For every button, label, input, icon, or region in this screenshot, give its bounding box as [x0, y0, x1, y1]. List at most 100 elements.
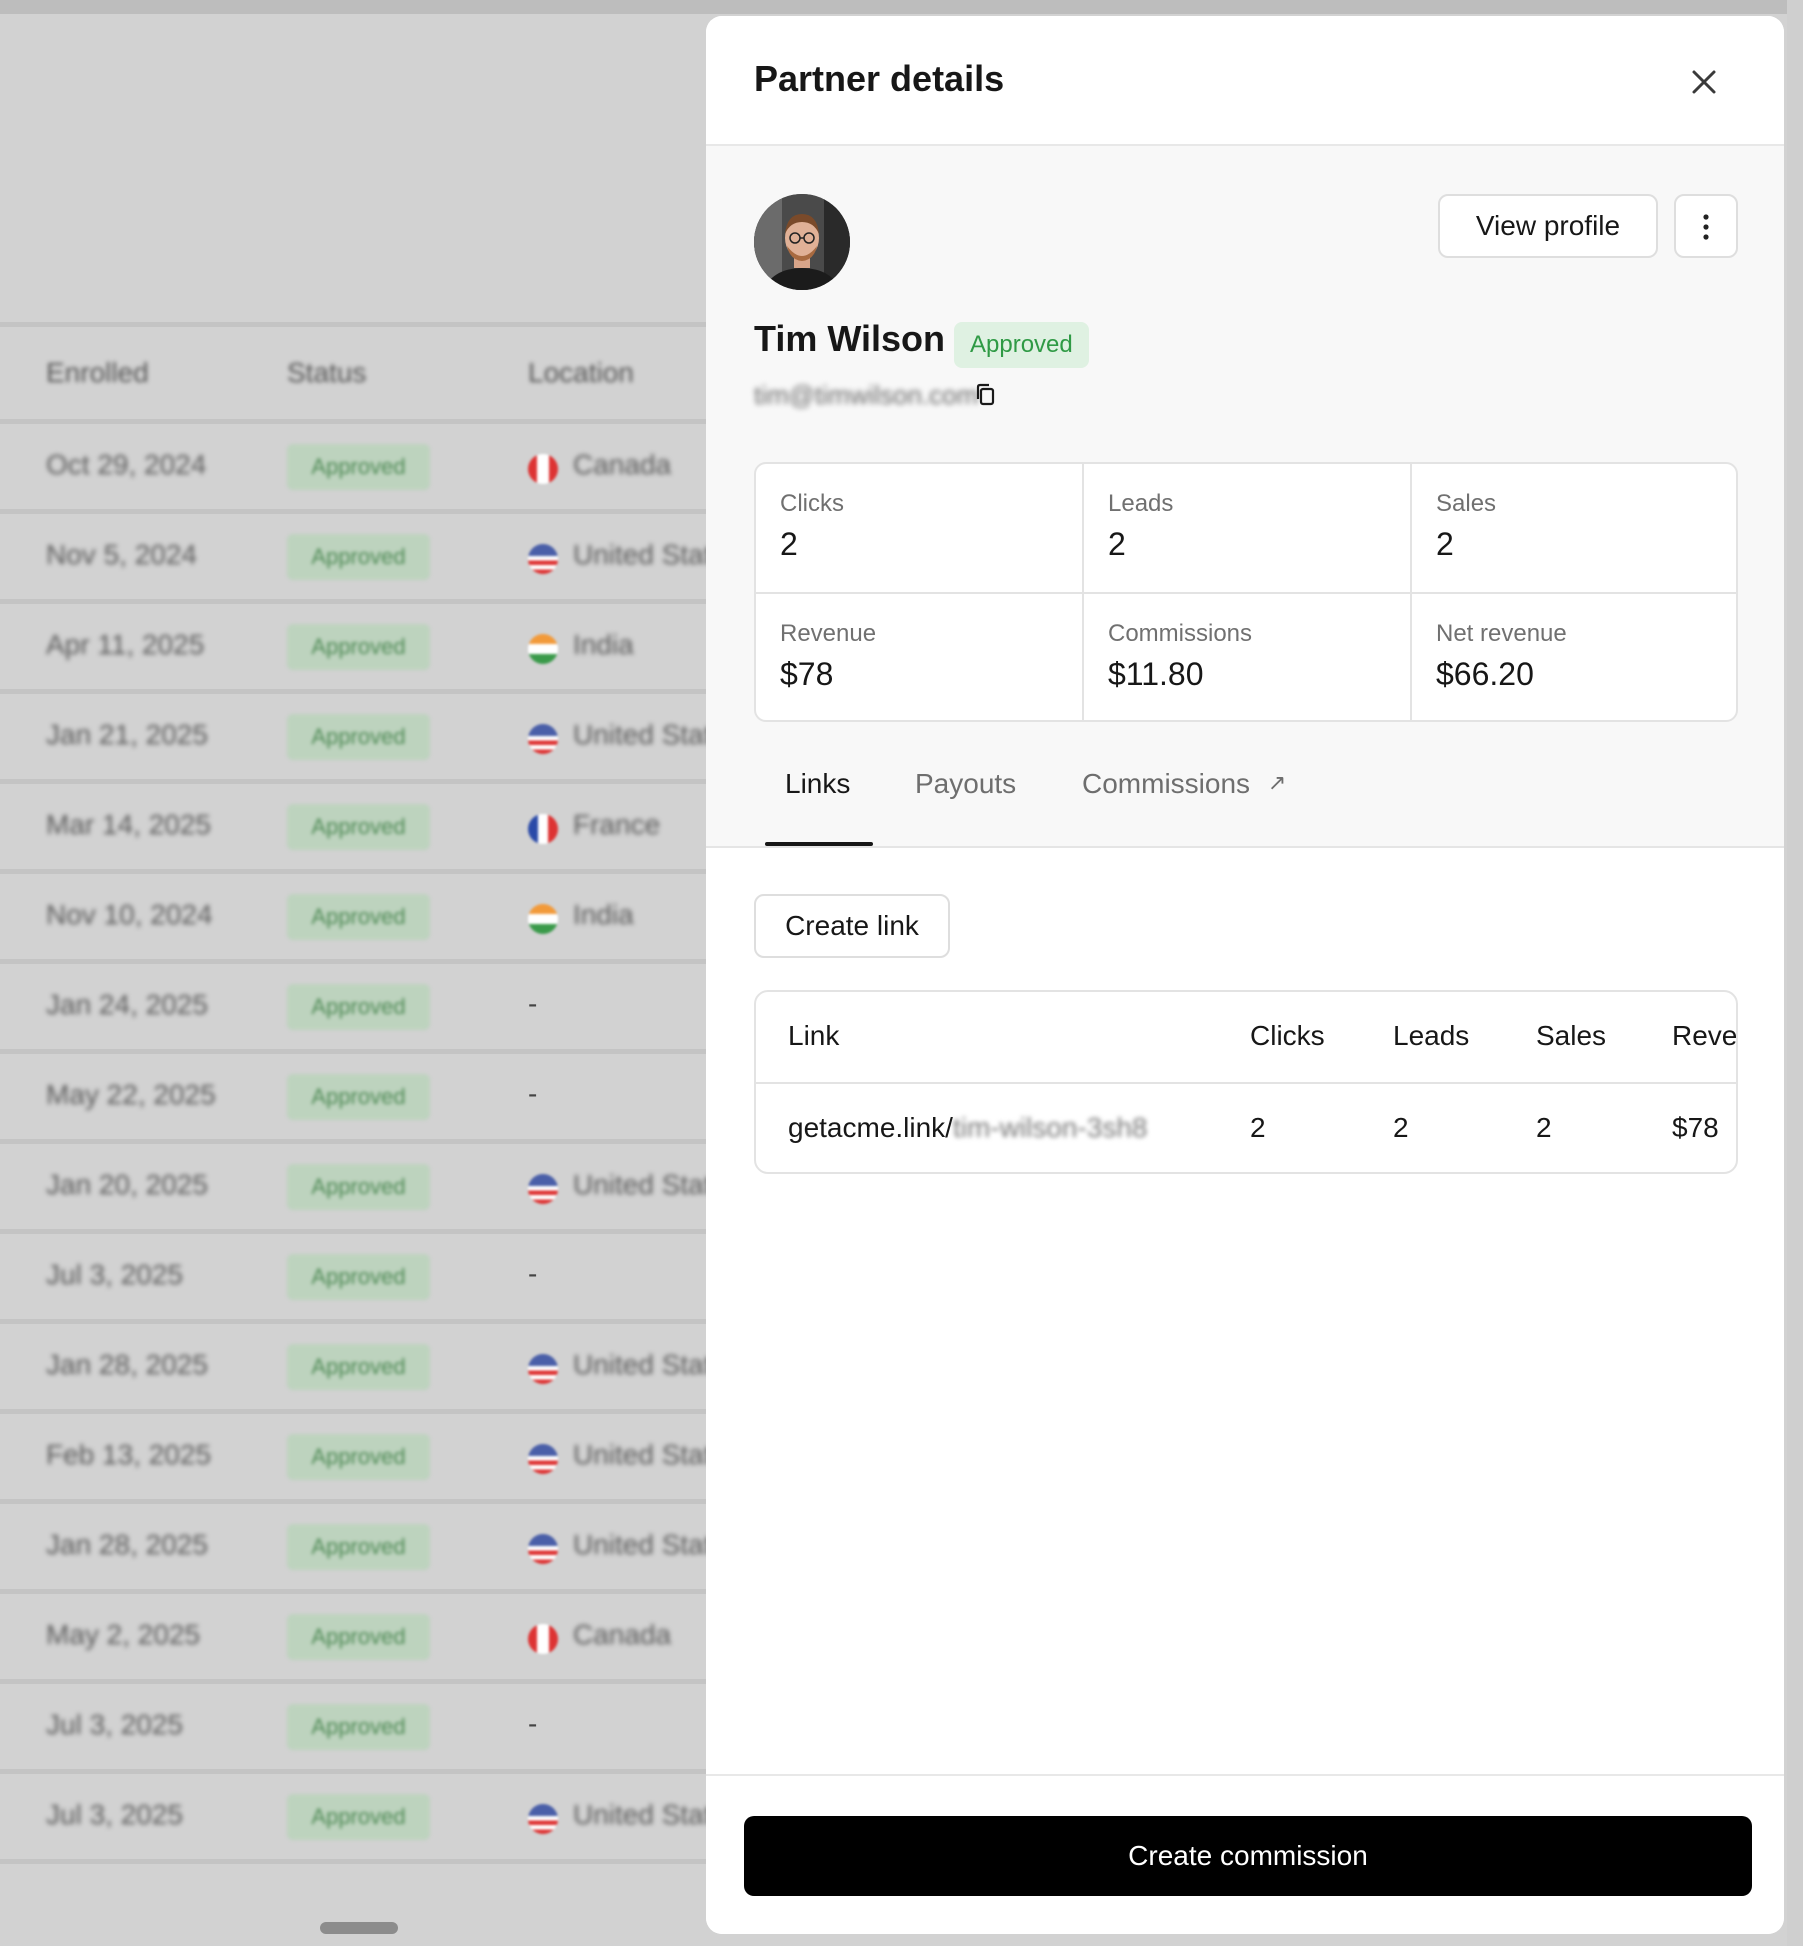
status-badge: Approved: [287, 1074, 430, 1120]
stat-label: Revenue: [780, 620, 877, 647]
table-row[interactable]: Jan 28, 2025 Approved United States: [0, 1504, 741, 1594]
flag-icon: [528, 1444, 558, 1474]
enrolled-date: Jan 21, 2025: [46, 719, 208, 750]
create-link-button[interactable]: Create link: [754, 894, 950, 958]
table-row[interactable]: Nov 5, 2024 Approved United States: [0, 514, 741, 604]
table-row[interactable]: May 22, 2025 Approved -: [0, 1054, 706, 1144]
location-empty: -: [528, 1708, 538, 1739]
enrolled-date: Jan 28, 2025: [46, 1529, 208, 1560]
enrolled-date: Nov 5, 2024: [46, 539, 197, 570]
stat-value: $66.20: [1436, 656, 1534, 692]
stat-label: Leads: [1108, 490, 1174, 517]
table-row[interactable]: Oct 29, 2024 Approved Canada: [0, 424, 706, 514]
location-name: India: [573, 899, 634, 930]
more-options-button[interactable]: [1674, 194, 1738, 258]
link-url[interactable]: getacme.link/tim-wilson-3sh8: [788, 1112, 1147, 1144]
status-badge: Approved: [287, 984, 430, 1030]
status-badge: Approved: [287, 1704, 430, 1750]
table-row[interactable]: Jan 28, 2025 Approved United States: [0, 1324, 741, 1414]
status-badge: Approved: [954, 322, 1089, 368]
column-header-sales: Sales: [1536, 1020, 1607, 1051]
stat-value: 2: [780, 526, 798, 562]
table-row[interactable]: Jan 20, 2025 Approved United States: [0, 1144, 741, 1234]
column-header-leads: Leads: [1393, 1020, 1470, 1051]
close-icon: [1692, 70, 1716, 94]
link-revenue: $78: [1672, 1112, 1719, 1143]
enrolled-date: Apr 11, 2025: [46, 629, 205, 660]
flag-icon: [528, 1804, 558, 1834]
stat-value: $78: [780, 656, 834, 692]
create-commission-button[interactable]: Create commission: [744, 1816, 1752, 1896]
tab-commissions[interactable]: Commissions ↗: [1082, 768, 1286, 800]
table-row[interactable]: Jul 3, 2025 Approved United States: [0, 1774, 741, 1864]
link-domain: getacme.link/: [788, 1112, 953, 1143]
flag-icon: [528, 1354, 558, 1384]
horizontal-scrollbar[interactable]: [320, 1922, 398, 1934]
column-header-revenue: Revenue: [1672, 1020, 1738, 1051]
stat-leads: Leads 2: [1084, 464, 1411, 593]
enrolled-date: Jan 28, 2025: [46, 1349, 208, 1380]
enrolled-date: Mar 14, 2025: [46, 809, 211, 840]
flag-icon: [528, 904, 558, 934]
flag-icon: [528, 454, 558, 484]
flag-icon: [528, 1624, 558, 1654]
link-leads: 2: [1393, 1112, 1409, 1143]
partner-tabs: Links Payouts Commissions ↗: [706, 746, 1784, 848]
page-right-edge: [1787, 0, 1803, 1946]
column-header-link: Link: [788, 1020, 840, 1051]
active-tab-indicator: [765, 842, 873, 846]
enrolled-date: Jan 20, 2025: [46, 1169, 208, 1200]
location-empty: -: [528, 988, 538, 1019]
background-table-body: Oct 29, 2024 Approved Canada Nov 5, 2024 App…: [0, 424, 741, 1864]
links-table: Link Clicks Leads Sales Revenue getacme.…: [754, 990, 1738, 1174]
status-badge: Approved: [287, 804, 430, 850]
enrolled-date: May 22, 2025: [46, 1079, 216, 1110]
copy-icon[interactable]: [974, 382, 998, 408]
stat-revenue: Revenue $78: [756, 594, 1083, 720]
tab-payouts[interactable]: Payouts: [915, 768, 1016, 800]
stat-label: Clicks: [780, 490, 844, 517]
stat-value: 2: [1108, 526, 1126, 562]
status-badge: Approved: [287, 444, 430, 490]
view-profile-button[interactable]: View profile: [1438, 194, 1658, 258]
partner-details-panel: Partner details View profile Tim Wilson …: [706, 16, 1784, 1934]
stat-label: Net revenue: [1436, 620, 1567, 647]
more-vertical-icon: [1703, 214, 1709, 240]
status-badge: Approved: [287, 1344, 430, 1390]
stat-value: 2: [1436, 526, 1454, 562]
status-badge: Approved: [287, 534, 430, 580]
table-row[interactable]: Feb 13, 2025 Approved United States: [0, 1414, 741, 1504]
stat-commissions: Commissions $11.80: [1084, 594, 1411, 720]
table-row[interactable]: Mar 14, 2025 Approved France: [0, 784, 706, 874]
stat-sales: Sales 2: [1412, 464, 1736, 593]
status-badge: Approved: [287, 1164, 430, 1210]
table-row[interactable]: Nov 10, 2024 Approved India: [0, 874, 706, 964]
panel-title: Partner details: [754, 58, 1005, 99]
enrolled-date: Feb 13, 2025: [46, 1439, 212, 1470]
table-row[interactable]: Jan 24, 2025 Approved -: [0, 964, 706, 1054]
table-row[interactable]: May 2, 2025 Approved Canada: [0, 1594, 706, 1684]
close-button[interactable]: [1680, 58, 1728, 106]
table-row[interactable]: getacme.link/tim-wilson-3sh8 2 2 2 $78: [756, 1084, 1736, 1172]
status-badge: Approved: [287, 1614, 430, 1660]
stat-net-revenue: Net revenue $66.20: [1412, 594, 1736, 720]
status-badge: Approved: [287, 1794, 430, 1840]
stat-value: $11.80: [1108, 656, 1204, 692]
location-name: India: [573, 629, 634, 660]
header-enrolled: Enrolled: [46, 357, 149, 388]
enrolled-date: Nov 10, 2024: [46, 899, 213, 930]
tab-links[interactable]: Links: [785, 768, 850, 800]
table-row[interactable]: Jan 21, 2025 Approved United States: [0, 694, 741, 784]
table-row[interactable]: Apr 11, 2025 Approved India: [0, 604, 706, 694]
location-empty: -: [528, 1078, 538, 1109]
flag-icon: [528, 1174, 558, 1204]
flag-icon: [528, 1534, 558, 1564]
background-partners-table: Enrolled Status Location Oct 29, 2024 App…: [0, 322, 741, 1864]
enrolled-date: Jan 24, 2025: [46, 989, 208, 1020]
partner-name: Tim Wilson: [754, 318, 946, 359]
link-slug: tim-wilson-3sh8: [952, 1112, 1148, 1143]
table-row[interactable]: Jul 3, 2025 Approved -: [0, 1234, 706, 1324]
table-row[interactable]: Jul 3, 2025 Approved -: [0, 1684, 706, 1774]
enrolled-date: May 2, 2025: [46, 1619, 201, 1650]
window-top-strip: [0, 0, 1803, 14]
